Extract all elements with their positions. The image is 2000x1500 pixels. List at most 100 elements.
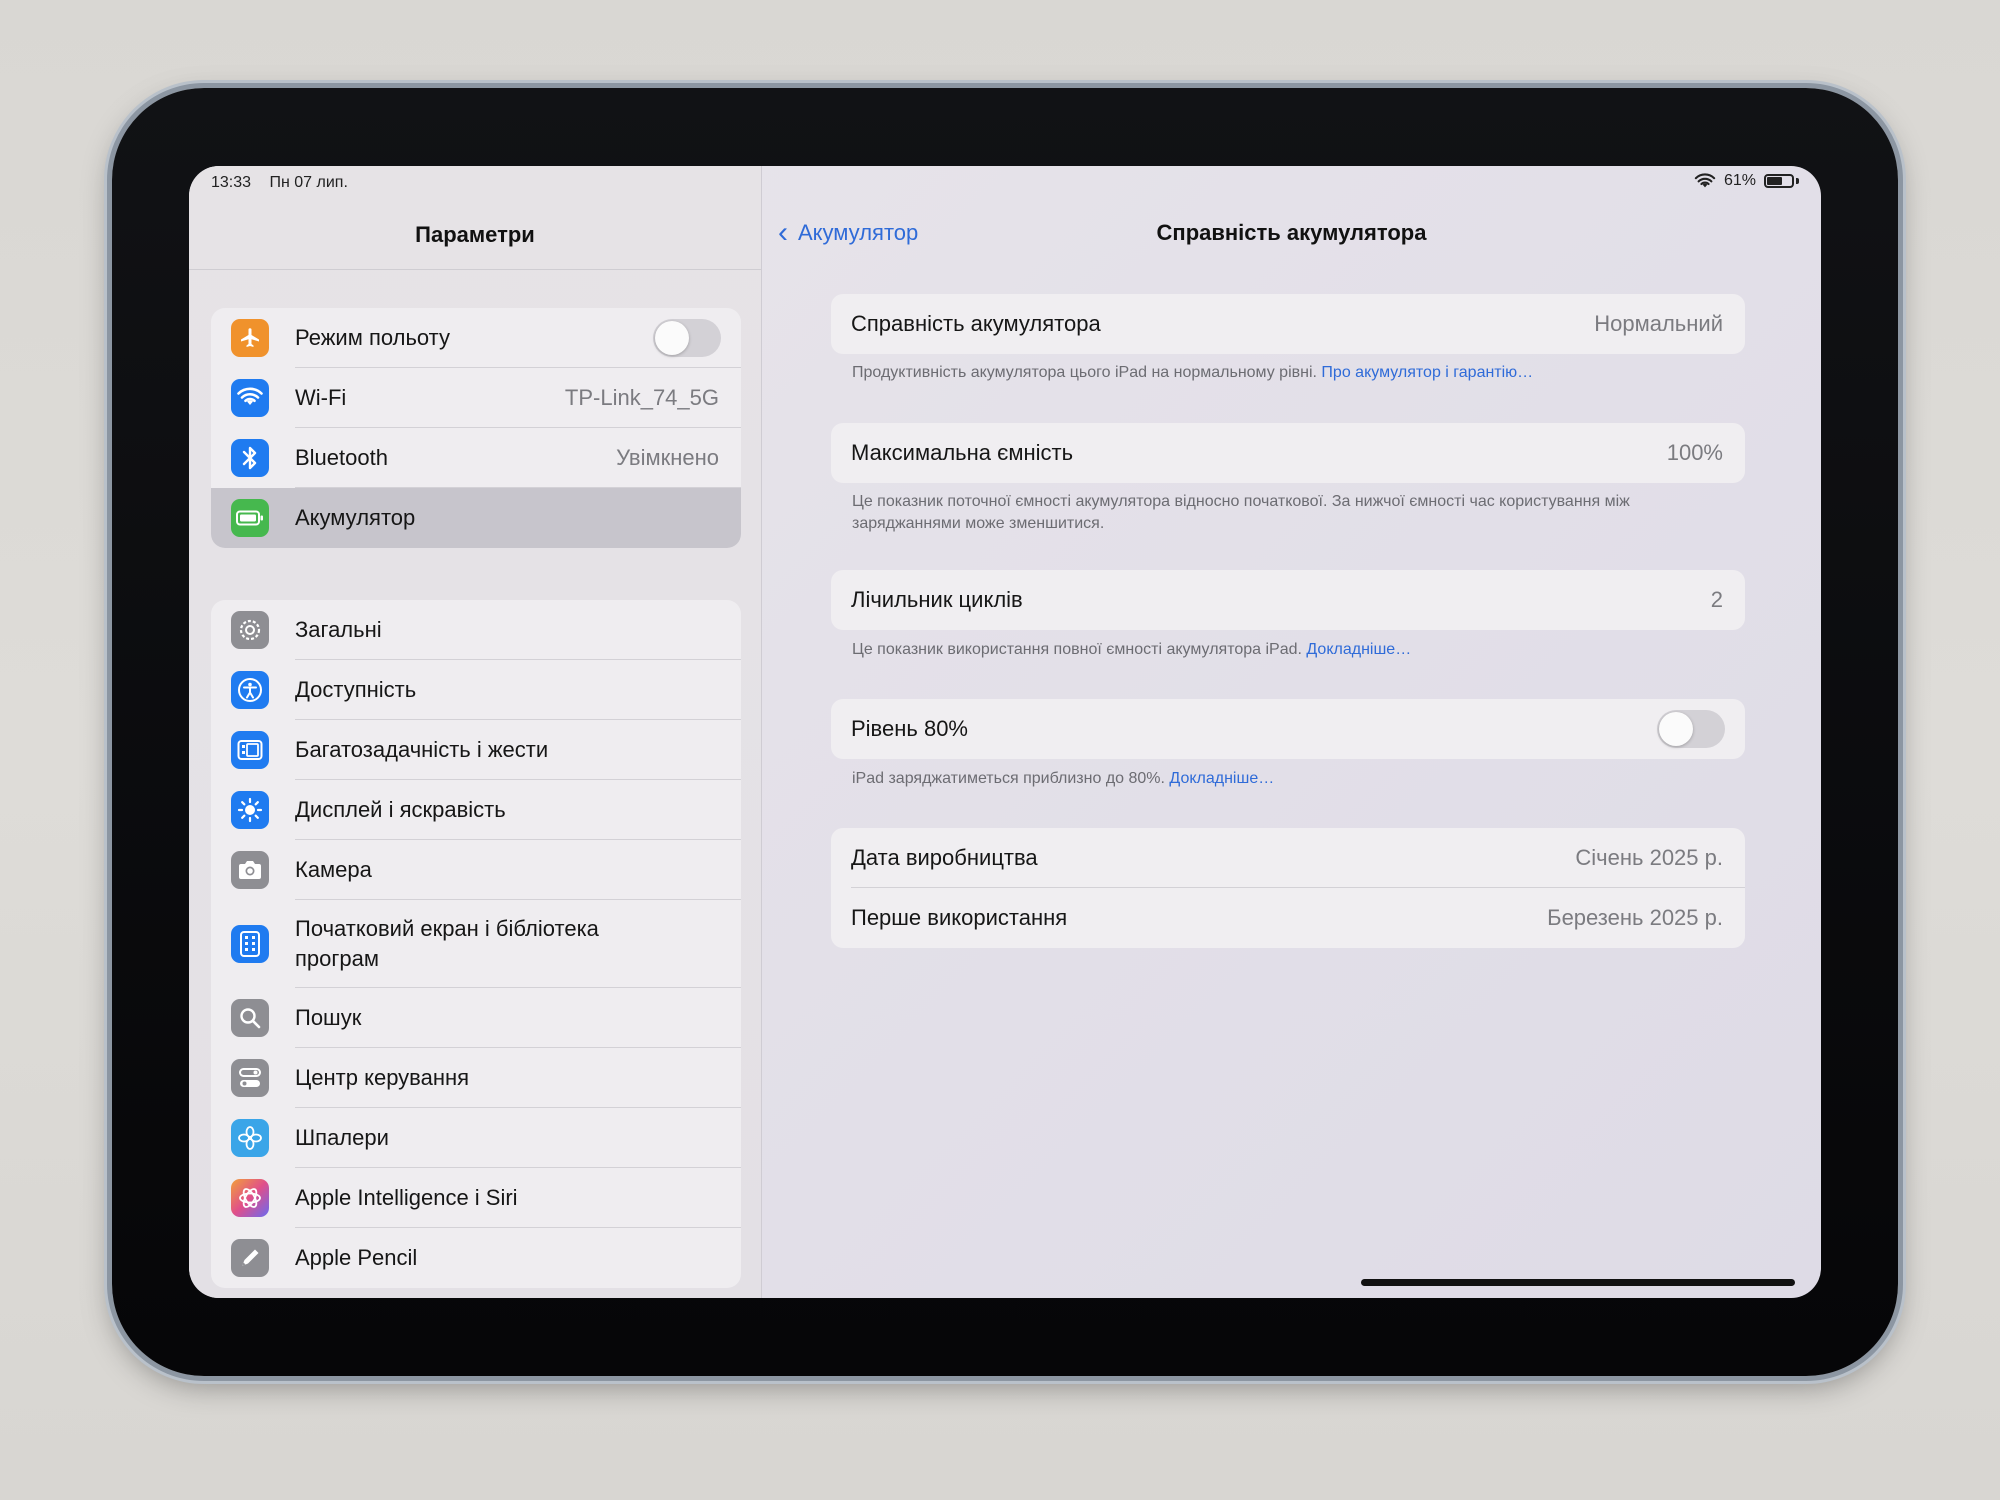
sidebar-item-wallpaper[interactable]: Шпалери — [211, 1108, 741, 1168]
sidebar-header-divider — [189, 269, 761, 270]
sidebar-item-battery[interactable]: Акумулятор — [211, 488, 741, 548]
sidebar-group-system: Загальні Доступність Багатозадачність і … — [211, 600, 741, 1288]
status-bar-right: 61% — [1694, 172, 1799, 190]
airplane-icon — [231, 319, 269, 357]
settings-sidebar: 13:33 Пн 07 лип. Параметри Режим польоту… — [189, 166, 762, 1298]
accessibility-icon — [231, 671, 269, 709]
status-date: Пн 07 лип. — [269, 174, 348, 191]
first-use-row: Перше використання Березень 2025 р. — [831, 888, 1745, 948]
max-capacity-footnote: Це показник поточної ємності акумулятора… — [852, 493, 1630, 532]
wifi-icon — [231, 379, 269, 417]
sidebar-item-search[interactable]: Пошук — [211, 988, 741, 1048]
cycle-count-card: Лічильник циклів 2 — [831, 570, 1745, 630]
sidebar-item-siri[interactable]: Apple Intelligence і Siri — [211, 1168, 741, 1228]
battery-dates-card: Дата виробництва Січень 2025 р. Перше ви… — [831, 828, 1745, 948]
sidebar-item-airplane-mode[interactable]: Режим польоту — [211, 308, 741, 368]
charge-limit-learn-more-link[interactable]: Докладніше… — [1169, 770, 1274, 787]
sidebar-item-label: Камера — [295, 857, 372, 882]
cycle-count-learn-more-link[interactable]: Докладніше… — [1306, 641, 1411, 658]
sidebar-item-home-screen[interactable]: Початковий екран і бібліотека програм — [211, 900, 741, 988]
sidebar-item-label: Центр керування — [295, 1065, 470, 1090]
pencil-icon — [231, 1239, 269, 1277]
home-screen-icon — [231, 925, 269, 963]
cycle-count-label: Лічильник циклів — [851, 587, 1023, 612]
toggle-knob — [1659, 712, 1693, 746]
battery-health-card: Справність акумулятора Нормальний — [831, 294, 1745, 354]
wallpaper-icon — [231, 1119, 269, 1157]
battery-icon — [231, 499, 269, 537]
battery-health-row: Справність акумулятора Нормальний — [831, 294, 1745, 354]
brightness-icon — [231, 791, 269, 829]
battery-health-note: Продуктивність акумулятора цього iPad на… — [852, 364, 1317, 381]
first-use-label: Перше використання — [851, 905, 1068, 930]
toggle-knob — [655, 321, 689, 355]
sidebar-item-accessibility[interactable]: Доступність — [211, 660, 741, 720]
sidebar-group-connectivity: Режим польоту Wi-Fi TP-Link_74_5G Blueto… — [211, 308, 741, 548]
charge-limit-card: Рівень 80% — [831, 699, 1745, 759]
control-center-icon — [231, 1059, 269, 1097]
charge-limit-note: iPad заряджатиметься приблизно до 80%. — [852, 770, 1165, 787]
status-time: 13:33 — [211, 174, 252, 191]
sidebar-item-label: Apple Intelligence і Siri — [295, 1185, 518, 1210]
manufacture-date-row: Дата виробництва Січень 2025 р. — [831, 828, 1745, 888]
max-capacity-value: 100% — [1666, 440, 1723, 465]
bluetooth-status: Увімкнено — [616, 445, 719, 470]
manufacture-date-label: Дата виробництва — [851, 845, 1038, 870]
sidebar-item-label: Загальні — [295, 617, 382, 642]
status-wifi-icon — [1694, 173, 1716, 188]
sidebar-item-apple-pencil[interactable]: Apple Pencil — [211, 1228, 741, 1288]
sidebar-item-label: Доступність — [295, 677, 417, 702]
sidebar-item-label: Початковий екран і бібліотека програм — [295, 916, 599, 971]
status-battery-fill — [1767, 177, 1782, 185]
sidebar-item-camera[interactable]: Камера — [211, 840, 741, 900]
sidebar-item-general[interactable]: Загальні — [211, 600, 741, 660]
max-capacity-card: Максимальна ємність 100% — [831, 423, 1745, 483]
status-battery-icon — [1764, 174, 1794, 188]
cycle-count-value: 2 — [1710, 587, 1723, 612]
sidebar-item-display[interactable]: Дисплей і яскравість — [211, 780, 741, 840]
cycle-count-row: Лічильник циклів 2 — [831, 570, 1745, 630]
sidebar-item-control-center[interactable]: Центр керування — [211, 1048, 741, 1108]
max-capacity-row: Максимальна ємність 100% — [831, 423, 1745, 483]
sidebar-item-multitasking[interactable]: Багатозадачність і жести — [211, 720, 741, 780]
search-icon — [231, 999, 269, 1037]
sidebar-item-bluetooth[interactable]: Bluetooth Увімкнено — [211, 428, 741, 488]
charge-limit-toggle[interactable] — [1657, 710, 1725, 748]
cycle-count-note: Це показник використання повної ємності … — [852, 641, 1302, 658]
charge-limit-footnote: iPad заряджатиметься приблизно до 80%. Д… — [852, 768, 1672, 790]
manufacture-date-value: Січень 2025 р. — [1575, 845, 1723, 870]
home-indicator[interactable] — [1361, 1279, 1795, 1286]
status-bar-left: 13:33 Пн 07 лип. — [211, 174, 362, 192]
sidebar-item-label: Bluetooth — [295, 445, 388, 470]
sidebar-item-label: Багатозадачність і жести — [295, 737, 549, 762]
battery-health-footnote: Продуктивність акумулятора цього iPad на… — [852, 362, 1672, 384]
max-capacity-label: Максимальна ємність — [851, 440, 1074, 465]
sidebar-item-label: Режим польоту — [295, 325, 450, 350]
wifi-network-name: TP-Link_74_5G — [564, 385, 719, 410]
back-button[interactable]: ‹ Акумулятор — [778, 216, 919, 249]
sidebar-item-label: Apple Pencil — [295, 1245, 418, 1270]
charge-limit-label: Рівень 80% — [851, 716, 968, 741]
sidebar-item-label: Пошук — [295, 1005, 362, 1030]
sidebar-item-label: Дисплей і яскравість — [295, 797, 506, 822]
siri-icon — [231, 1179, 269, 1217]
status-battery-percent: 61% — [1723, 172, 1756, 189]
multitasking-icon — [231, 731, 269, 769]
battery-warranty-link[interactable]: Про акумулятор і гарантію… — [1321, 364, 1533, 381]
cycle-count-footnote: Це показник використання повної ємності … — [852, 639, 1672, 661]
charge-limit-row: Рівень 80% — [831, 699, 1745, 759]
airplane-mode-toggle[interactable] — [653, 319, 721, 357]
sidebar-item-label: Wi-Fi — [295, 385, 347, 410]
battery-health-label: Справність акумулятора — [851, 311, 1101, 336]
status-battery-tip — [1796, 178, 1799, 184]
sidebar-title: Параметри — [415, 222, 535, 247]
battery-health-value: Нормальний — [1594, 311, 1723, 336]
first-use-value: Березень 2025 р. — [1547, 905, 1723, 930]
ipad-screen: 13:33 Пн 07 лип. Параметри Режим польоту… — [189, 166, 1821, 1298]
sidebar-item-label: Шпалери — [295, 1125, 389, 1150]
sidebar-item-wifi[interactable]: Wi-Fi TP-Link_74_5G — [211, 368, 741, 428]
chevron-left-icon: ‹ — [778, 216, 788, 249]
battery-health-detail: 61% ‹ Акумулятор Справність акумулятора … — [762, 166, 1821, 1298]
camera-icon — [231, 851, 269, 889]
back-button-label: Акумулятор — [798, 220, 919, 245]
